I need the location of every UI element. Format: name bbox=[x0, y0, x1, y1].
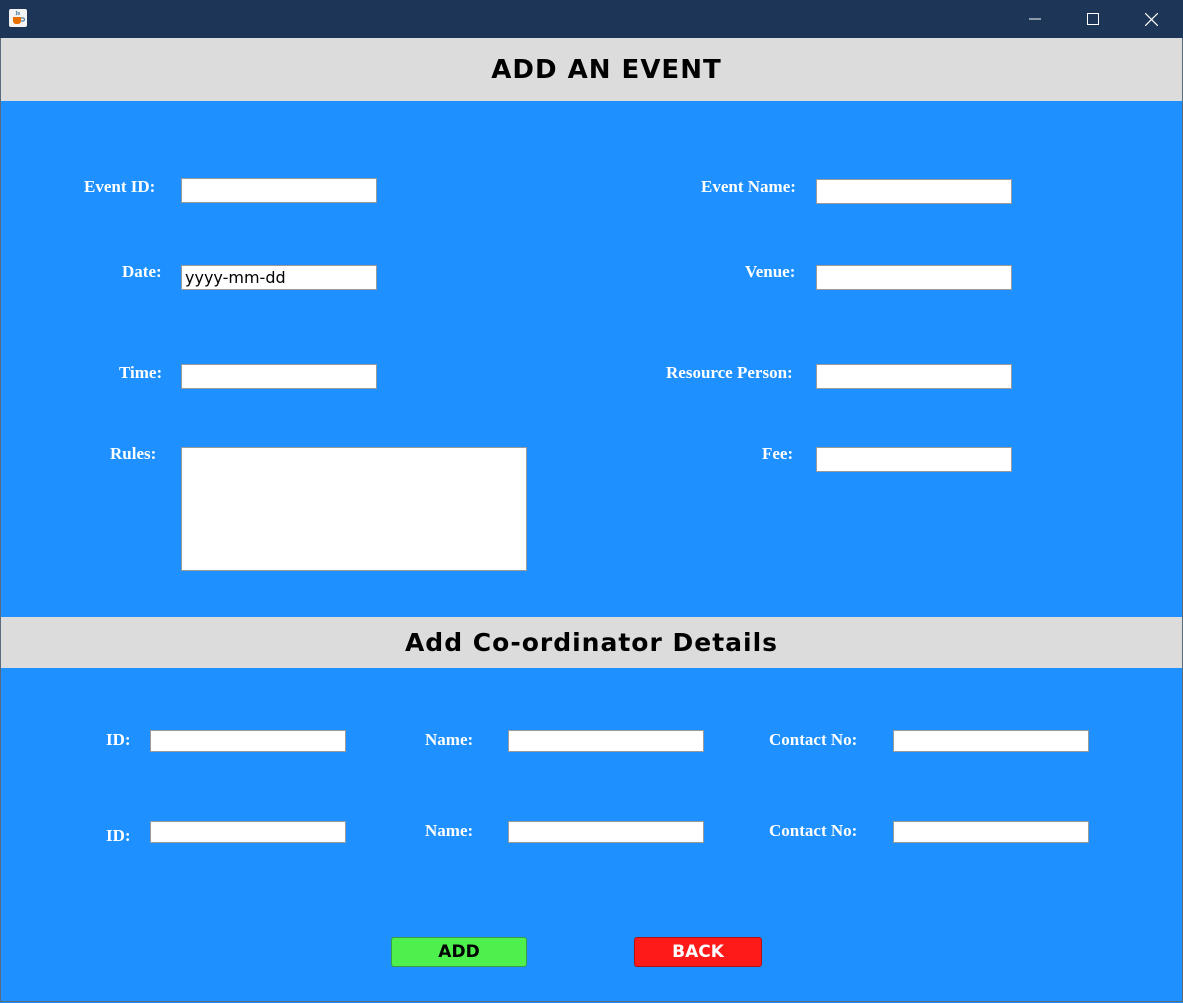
resource-person-label: Resource Person: bbox=[666, 363, 793, 382]
coordinator-1-id-field[interactable] bbox=[150, 730, 346, 752]
coordinator-1-contact-field[interactable] bbox=[893, 730, 1089, 752]
event-id-field[interactable] bbox=[181, 178, 377, 203]
coordinator-2-id-label: ID: bbox=[106, 826, 131, 845]
venue-label: Venue: bbox=[745, 262, 796, 281]
coordinator-1-name-label: Name: bbox=[425, 730, 474, 749]
coordinator-2-contact-label: Contact No: bbox=[769, 821, 858, 840]
time-field[interactable] bbox=[181, 364, 377, 389]
close-button[interactable] bbox=[1122, 0, 1180, 38]
fee-label: Fee: bbox=[762, 444, 794, 463]
coordinator-2-name-field[interactable] bbox=[508, 821, 704, 843]
maximize-icon bbox=[1087, 13, 1099, 25]
venue-field[interactable] bbox=[816, 265, 1012, 290]
coordinator-1-id-label: ID: bbox=[106, 730, 131, 749]
time-label: Time: bbox=[119, 363, 163, 382]
section-title: Add Co-ordinator Details bbox=[404, 628, 779, 657]
fee-field[interactable] bbox=[816, 447, 1012, 472]
coordinator-1-contact-label: Contact No: bbox=[769, 730, 858, 749]
rules-textarea[interactable] bbox=[181, 447, 527, 571]
date-label: Date: bbox=[122, 262, 162, 281]
maximize-button[interactable] bbox=[1064, 0, 1122, 38]
java-cup-icon bbox=[9, 9, 27, 27]
minimize-button[interactable] bbox=[1006, 0, 1064, 38]
event-name-field[interactable] bbox=[816, 179, 1012, 204]
add-button[interactable]: ADD bbox=[391, 937, 527, 967]
coordinator-banner: Add Co-ordinator Details bbox=[1, 617, 1182, 668]
event-id-label: Event ID: bbox=[84, 177, 156, 196]
coordinator-2-contact-field[interactable] bbox=[893, 821, 1089, 843]
minimize-icon bbox=[1029, 18, 1041, 20]
coordinator-2-id-field[interactable] bbox=[150, 821, 346, 843]
title-bar bbox=[0, 0, 1183, 38]
coordinator-1-name-field[interactable] bbox=[508, 730, 704, 752]
coordinator-2-name-label: Name: bbox=[425, 821, 474, 840]
event-name-label: Event Name: bbox=[701, 177, 796, 196]
date-field[interactable] bbox=[181, 265, 377, 290]
resource-person-field[interactable] bbox=[816, 364, 1012, 389]
header-banner: ADD AN EVENT bbox=[1, 38, 1182, 101]
page-title: ADD AN EVENT bbox=[491, 54, 722, 85]
rules-label: Rules: bbox=[110, 444, 157, 463]
close-icon bbox=[1144, 12, 1158, 26]
back-button[interactable]: BACK bbox=[634, 937, 762, 967]
